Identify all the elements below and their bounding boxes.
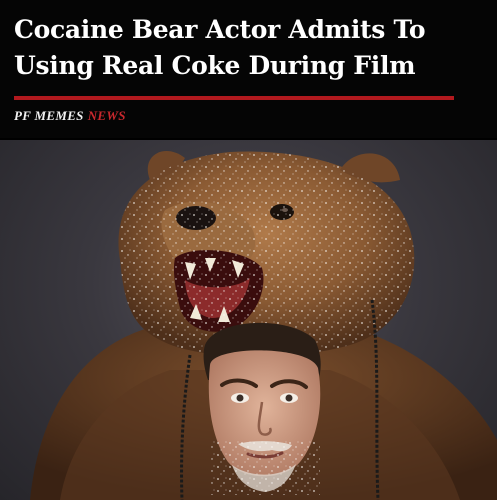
headline: Cocaine Bear Actor Admits To Using Real … <box>14 15 426 80</box>
bear-costume-photo <box>0 140 497 500</box>
bear-illustration <box>30 150 497 500</box>
headline-divider <box>14 96 454 100</box>
byline-brand: PF MEMES <box>14 108 84 123</box>
headline-banner: Cocaine Bear Actor Admits To Using Real … <box>0 0 497 138</box>
byline-section: NEWS <box>87 108 126 123</box>
byline: PF MEMES NEWS <box>14 108 126 124</box>
meme-card: Cocaine Bear Actor Admits To Using Real … <box>0 0 497 500</box>
